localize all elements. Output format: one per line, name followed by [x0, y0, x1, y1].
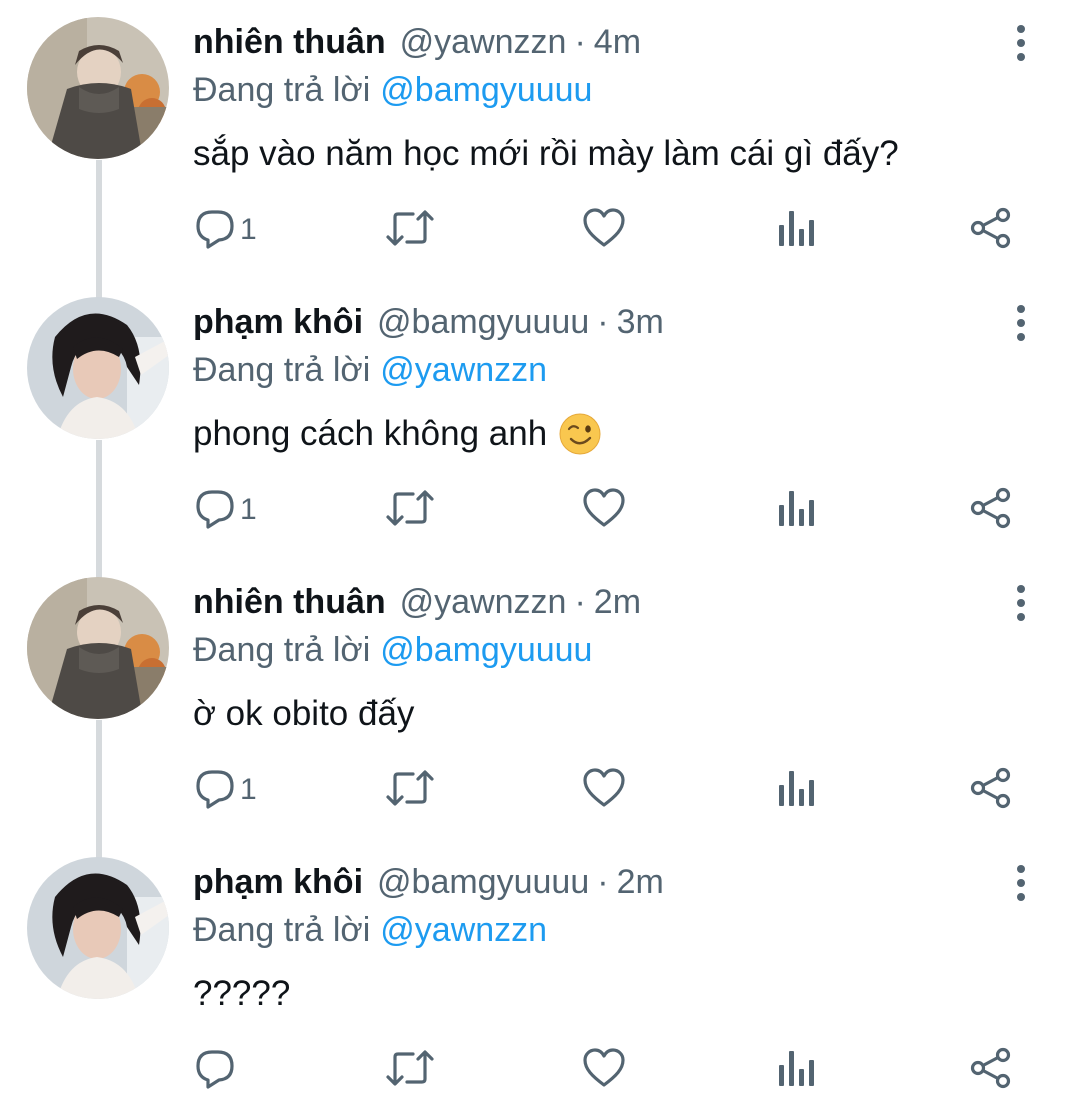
separator-dot: ·: [574, 582, 586, 621]
analytics-icon: [776, 487, 816, 534]
tweet-text-body: sắp vào năm học mới rồi mày làm cái gì đ…: [193, 134, 899, 173]
user-handle[interactable]: @bamgyuuuu: [377, 303, 589, 342]
user-handle[interactable]: @yawnzzn: [400, 583, 567, 622]
reply-button[interactable]: 1: [194, 205, 257, 255]
more-options-icon[interactable]: [1006, 23, 1036, 63]
reply-count: 1: [240, 493, 257, 526]
like-button[interactable]: [582, 765, 626, 815]
tweet[interactable]: nhiên thuân @yawnzzn · 4m Đang trả lời @…: [0, 0, 1080, 280]
reply-icon: [194, 767, 236, 814]
mention-link[interactable]: @yawnzzn: [380, 351, 547, 390]
analytics-icon: [776, 207, 816, 254]
mention-link[interactable]: @bamgyuuuu: [380, 71, 592, 110]
winking-face-emoji-icon: [559, 413, 601, 455]
reply-icon: [194, 207, 236, 254]
tweet-text-body: ờ ok obito đấy: [193, 694, 415, 733]
share-icon: [969, 767, 1013, 814]
tweet[interactable]: phạm khôi @bamgyuuuu · 2m Đang trả lời @…: [0, 840, 1080, 1120]
reply-count: 1: [240, 213, 257, 246]
tweet-header: nhiên thuân @yawnzzn · 2m: [193, 582, 641, 622]
display-name[interactable]: phạm khôi: [193, 303, 363, 342]
share-icon: [969, 487, 1013, 534]
avatar[interactable]: [27, 297, 169, 439]
like-button[interactable]: [582, 205, 626, 255]
display-name[interactable]: nhiên thuân: [193, 583, 386, 622]
heart-icon: [582, 207, 626, 254]
replying-prefix: Đang trả lời: [193, 630, 371, 669]
heart-icon: [582, 487, 626, 534]
retweet-icon: [386, 487, 434, 534]
tweet-text: ?????: [193, 972, 290, 1016]
mention-link[interactable]: @bamgyuuuu: [380, 631, 592, 670]
retweet-button[interactable]: [386, 485, 434, 535]
tweet-text: sắp vào năm học mới rồi mày làm cái gì đ…: [193, 132, 899, 176]
analytics-button[interactable]: [776, 765, 816, 815]
tweet-header: nhiên thuân @yawnzzn · 4m: [193, 22, 641, 62]
tweet-header: phạm khôi @bamgyuuuu · 3m: [193, 302, 664, 342]
analytics-button[interactable]: [776, 485, 816, 535]
avatar[interactable]: [27, 857, 169, 999]
mention-link[interactable]: @yawnzzn: [380, 911, 547, 950]
replying-prefix: Đang trả lời: [193, 70, 371, 109]
like-button[interactable]: [582, 1045, 626, 1095]
tweet-text: phong cách không anh: [193, 412, 601, 456]
separator-dot: ·: [597, 302, 609, 341]
separator-dot: ·: [574, 22, 586, 61]
tweet-text-body: ?????: [193, 974, 291, 1013]
analytics-icon: [776, 1047, 816, 1094]
display-name[interactable]: nhiên thuân: [193, 23, 386, 62]
reply-count: 1: [240, 773, 257, 806]
avatar[interactable]: [27, 17, 169, 159]
tweet-text-body: phong cách không anh: [193, 414, 548, 453]
timestamp[interactable]: 2m: [617, 863, 664, 902]
retweet-icon: [386, 1047, 434, 1094]
reply-button[interactable]: [194, 1045, 240, 1095]
replying-to: Đang trả lời @yawnzzn: [193, 910, 547, 950]
analytics-button[interactable]: [776, 1045, 816, 1095]
analytics-icon: [776, 767, 816, 814]
timestamp[interactable]: 4m: [594, 23, 641, 62]
more-options-icon[interactable]: [1006, 303, 1036, 343]
retweet-button[interactable]: [386, 205, 434, 255]
timestamp[interactable]: 3m: [617, 303, 664, 342]
display-name[interactable]: phạm khôi: [193, 863, 363, 902]
user-handle[interactable]: @yawnzzn: [400, 23, 567, 62]
user-handle[interactable]: @bamgyuuuu: [377, 863, 589, 902]
timestamp[interactable]: 2m: [594, 583, 641, 622]
replying-prefix: Đang trả lời: [193, 350, 371, 389]
share-button[interactable]: [969, 765, 1013, 815]
separator-dot: ·: [597, 862, 609, 901]
replying-to: Đang trả lời @bamgyuuuu: [193, 70, 592, 110]
tweet[interactable]: phạm khôi @bamgyuuuu · 3m Đang trả lời @…: [0, 280, 1080, 560]
tweet-text: ờ ok obito đấy: [193, 692, 414, 736]
share-icon: [969, 1047, 1013, 1094]
share-button[interactable]: [969, 485, 1013, 535]
analytics-button[interactable]: [776, 205, 816, 255]
retweet-icon: [386, 767, 434, 814]
heart-icon: [582, 767, 626, 814]
replying-to: Đang trả lời @yawnzzn: [193, 350, 547, 390]
reply-button[interactable]: 1: [194, 765, 257, 815]
avatar[interactable]: [27, 577, 169, 719]
reply-icon: [194, 487, 236, 534]
reply-button[interactable]: 1: [194, 485, 257, 535]
share-icon: [969, 207, 1013, 254]
replying-prefix: Đang trả lời: [193, 910, 371, 949]
share-button[interactable]: [969, 205, 1013, 255]
tweet[interactable]: nhiên thuân @yawnzzn · 2m Đang trả lời @…: [0, 560, 1080, 840]
share-button[interactable]: [969, 1045, 1013, 1095]
replying-to: Đang trả lời @bamgyuuuu: [193, 630, 592, 670]
retweet-button[interactable]: [386, 765, 434, 815]
heart-icon: [582, 1047, 626, 1094]
reply-icon: [194, 1047, 236, 1094]
more-options-icon[interactable]: [1006, 583, 1036, 623]
more-options-icon[interactable]: [1006, 863, 1036, 903]
retweet-button[interactable]: [386, 1045, 434, 1095]
tweet-header: phạm khôi @bamgyuuuu · 2m: [193, 862, 664, 902]
retweet-icon: [386, 207, 434, 254]
like-button[interactable]: [582, 485, 626, 535]
